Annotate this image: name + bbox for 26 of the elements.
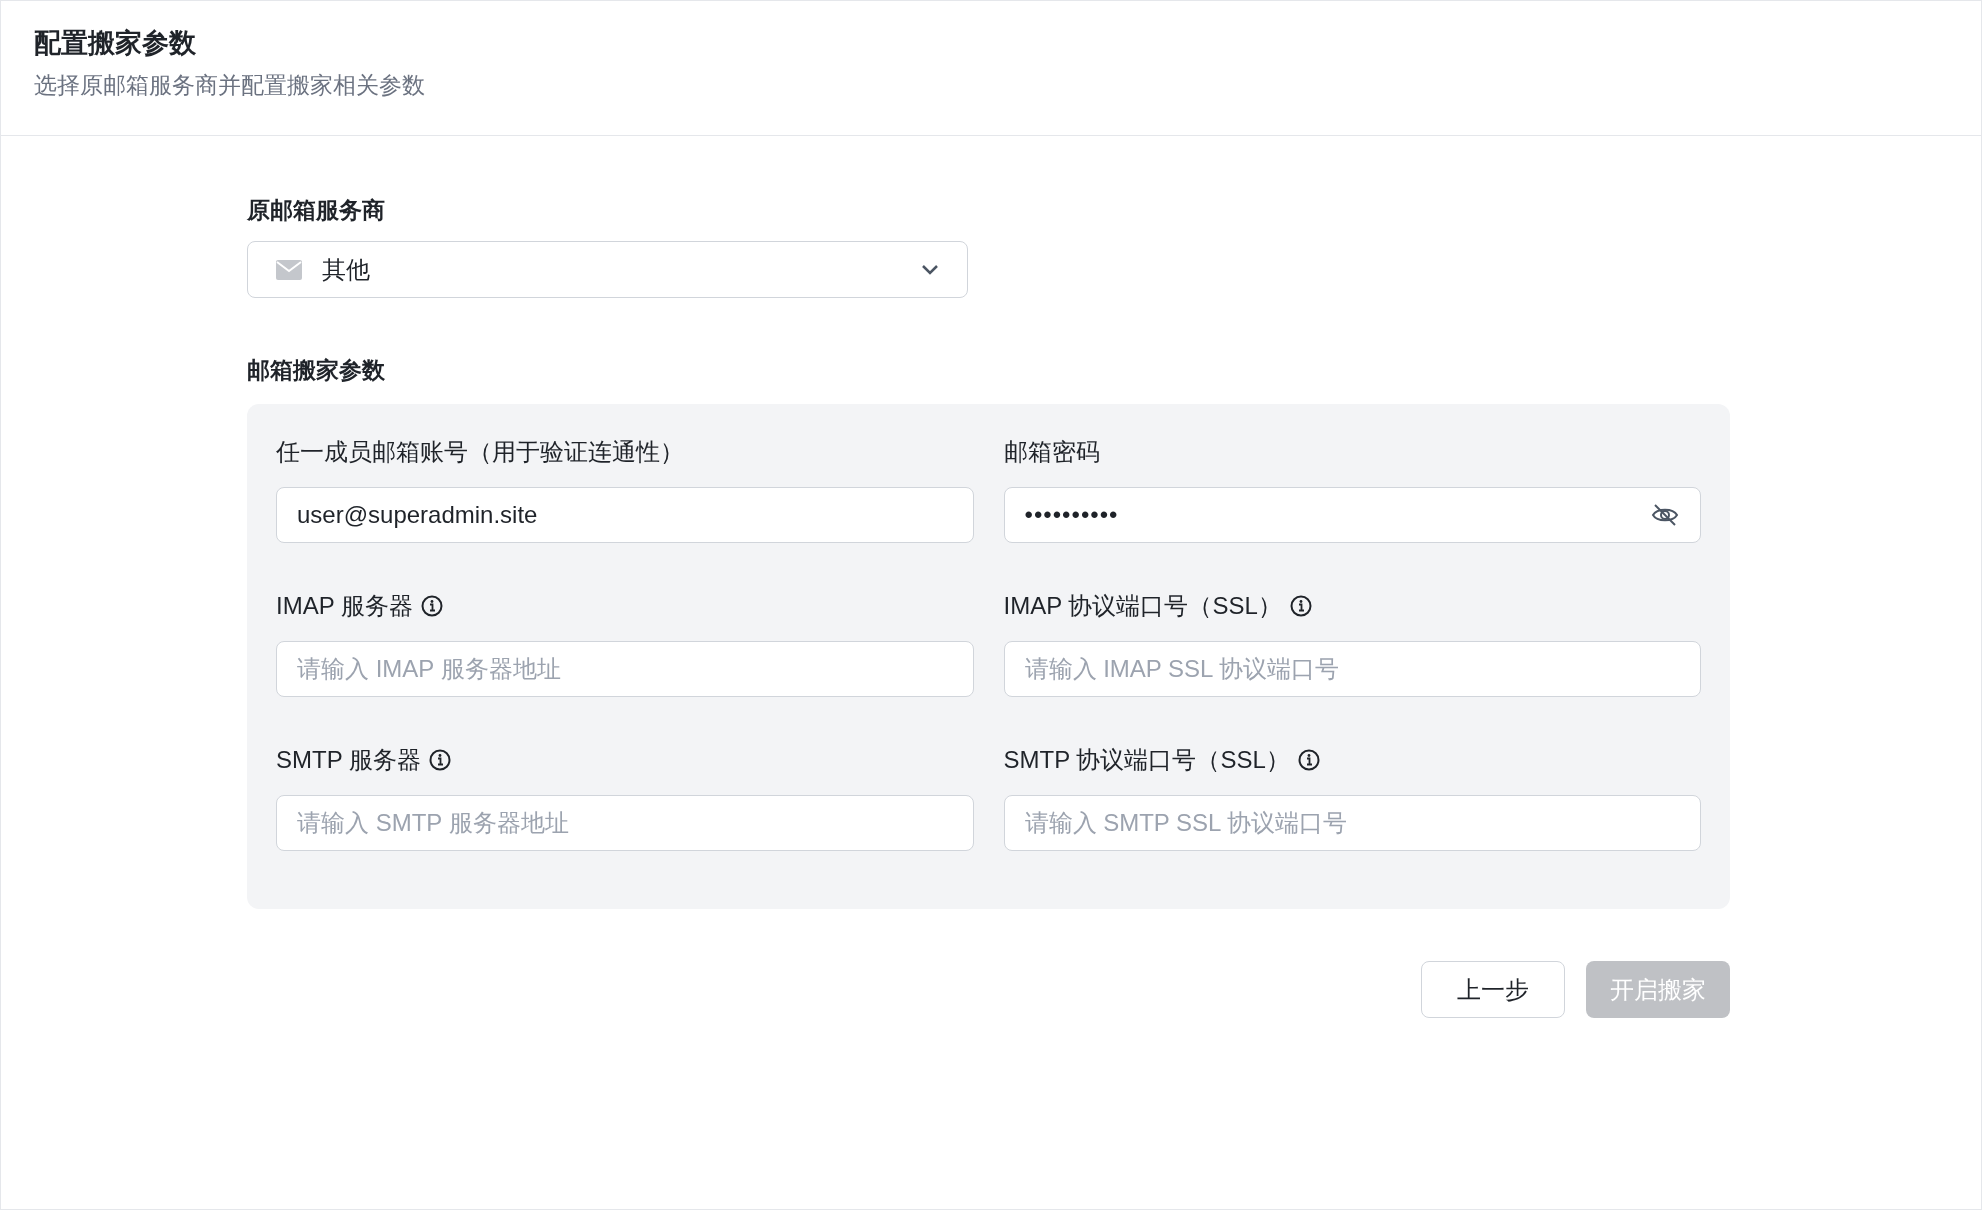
info-icon[interactable] <box>428 749 451 771</box>
field-label: 原邮箱服务商 <box>247 196 386 225</box>
info-icon[interactable] <box>1297 749 1320 771</box>
provider-select[interactable]: 其他 <box>247 241 968 298</box>
password-field[interactable]: •••••••••• <box>1003 487 1701 543</box>
mail-icon <box>276 259 302 280</box>
field-label: SMTP 协议端口号（SSL） <box>1003 745 1290 775</box>
page-title: 配置搬家参数 <box>34 27 197 60</box>
chevron-down-icon <box>921 264 939 275</box>
input-field[interactable]: 请输入 IMAP SSL 协议端口号 <box>1003 641 1701 697</box>
field-label: 任一成员邮箱账号（用于验证连通性） <box>276 437 684 467</box>
field-label: SMTP 服务器 <box>276 745 421 775</box>
eye-slash-icon[interactable] <box>1651 503 1679 527</box>
input-field[interactable]: 请输入 SMTP 服务器地址 <box>276 795 974 851</box>
field-label: IMAP 服务器 <box>276 591 413 621</box>
input-field[interactable]: 请输入 SMTP SSL 协议端口号 <box>1003 795 1701 851</box>
input-field[interactable]: 请输入 IMAP 服务器地址 <box>276 641 974 697</box>
info-icon[interactable] <box>1289 595 1312 617</box>
section-label: 邮箱搬家参数 <box>247 356 386 385</box>
field-label: IMAP 协议端口号（SSL） <box>1003 591 1282 621</box>
step-button[interactable]: 上一步 <box>1421 961 1565 1018</box>
input-field[interactable]: user@superadmin.site <box>276 487 974 543</box>
field-label: 邮箱密码 <box>1003 437 1100 467</box>
select-value: 其他 <box>322 254 371 285</box>
info-icon[interactable] <box>420 595 443 617</box>
page-subtitle: 选择原邮箱服务商并配置搬家相关参数 <box>34 71 426 100</box>
